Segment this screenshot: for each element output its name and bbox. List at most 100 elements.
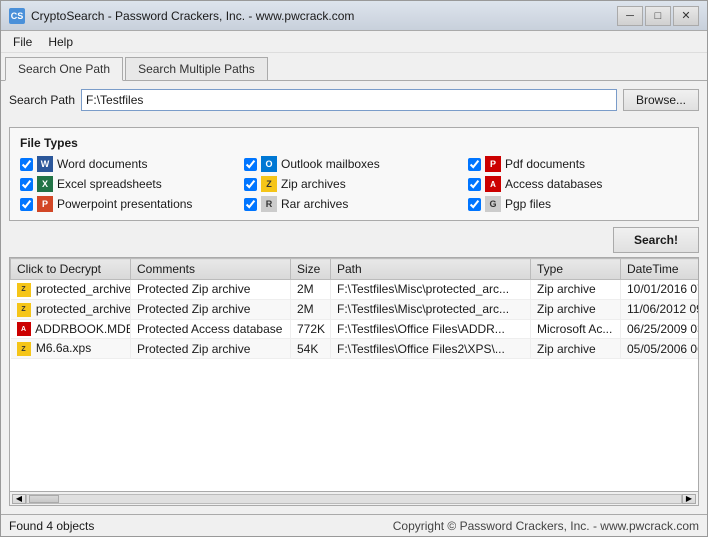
file-type-access[interactable]: A Access databases [468, 176, 688, 192]
tab-search-one-path[interactable]: Search One Path [5, 57, 123, 81]
pdf-label: Pdf documents [505, 157, 585, 171]
excel-icon: X [37, 176, 53, 192]
scroll-right-arrow[interactable]: ▶ [682, 494, 696, 504]
zip-icon: Z [261, 176, 277, 192]
horizontal-scrollbar[interactable]: ◀ ▶ [10, 491, 698, 505]
scrollbar-track[interactable] [26, 494, 682, 504]
cell-comments: Protected Zip archive [131, 280, 291, 300]
file-type-pgp[interactable]: G Pgp files [468, 196, 688, 212]
title-bar: CS CryptoSearch - Password Crackers, Inc… [1, 1, 707, 31]
close-button[interactable]: ✕ [673, 6, 699, 26]
search-path-label: Search Path [9, 93, 75, 107]
cell-size: 2M [291, 299, 331, 319]
cell-comments: Protected Zip archive [131, 339, 291, 359]
cell-datetime: 06/25/2009 03:59:00... [621, 319, 699, 339]
browse-button[interactable]: Browse... [623, 89, 699, 111]
file-types-grid: W Word documents O Outlook mailboxes P P… [20, 156, 688, 212]
access-label: Access databases [505, 177, 602, 191]
checkbox-outlook[interactable] [244, 158, 257, 171]
status-right: Copyright © Password Crackers, Inc. - ww… [393, 519, 699, 533]
checkbox-zip[interactable] [244, 178, 257, 191]
cell-size: 772K [291, 319, 331, 339]
file-type-zip[interactable]: Z Zip archives [244, 176, 464, 192]
pgp-icon: G [485, 196, 501, 212]
file-type-pdf[interactable]: P Pdf documents [468, 156, 688, 172]
results-scroll[interactable]: Click to Decrypt Comments Size Path Type… [10, 258, 698, 491]
file-type-ppt[interactable]: P Powerpoint presentations [20, 196, 240, 212]
file-type-rar[interactable]: R Rar archives [244, 196, 464, 212]
file-types-group: File Types W Word documents O Outlook ma… [9, 127, 699, 221]
search-button[interactable]: Search! [613, 227, 699, 253]
cell-path: F:\Testfiles\Misc\protected_arc... [331, 299, 531, 319]
cell-datetime: 10/01/2016 07:22:20... [621, 280, 699, 300]
cell-size: 2M [291, 280, 331, 300]
minimize-button[interactable]: ─ [617, 6, 643, 26]
checkbox-word[interactable] [20, 158, 33, 171]
content-area: Search Path Browse... File Types W Word … [1, 81, 707, 514]
table-row[interactable]: Z protected_archive... Protected Zip arc… [11, 280, 699, 300]
zip-label: Zip archives [281, 177, 346, 191]
menu-help[interactable]: Help [40, 33, 81, 51]
search-btn-row: Search! [9, 227, 699, 253]
table-row[interactable]: Z M6.6a.xps Protected Zip archive 54K F:… [11, 339, 699, 359]
rar-label: Rar archives [281, 197, 348, 211]
col-header-type[interactable]: Type [531, 259, 621, 280]
cell-path: F:\Testfiles\Office Files2\XPS\... [331, 339, 531, 359]
col-header-size[interactable]: Size [291, 259, 331, 280]
col-header-path[interactable]: Path [331, 259, 531, 280]
cell-type: Zip archive [531, 339, 621, 359]
checkbox-excel[interactable] [20, 178, 33, 191]
word-icon: W [37, 156, 53, 172]
checkbox-access[interactable] [468, 178, 481, 191]
cell-datetime: 05/05/2006 06:47:02... [621, 339, 699, 359]
cell-name: A ADDRBOOK.MDB [11, 319, 131, 339]
ppt-icon: P [37, 196, 53, 212]
outlook-icon: O [261, 156, 277, 172]
file-type-word[interactable]: W Word documents [20, 156, 240, 172]
cell-path: F:\Testfiles\Office Files\ADDR... [331, 319, 531, 339]
table-row[interactable]: Z protected_archive... Protected Zip arc… [11, 299, 699, 319]
cell-name: Z protected_archive... [11, 299, 131, 319]
cell-comments: Protected Zip archive [131, 299, 291, 319]
maximize-button[interactable]: □ [645, 6, 671, 26]
outlook-label: Outlook mailboxes [281, 157, 380, 171]
search-path-input[interactable] [81, 89, 617, 111]
table-row[interactable]: A ADDRBOOK.MDB Protected Access database… [11, 319, 699, 339]
excel-label: Excel spreadsheets [57, 177, 162, 191]
menu-bar: File Help [1, 31, 707, 53]
file-types-title: File Types [20, 136, 688, 150]
file-type-outlook[interactable]: O Outlook mailboxes [244, 156, 464, 172]
window-controls: ─ □ ✕ [617, 6, 699, 26]
results-table-container: Click to Decrypt Comments Size Path Type… [9, 257, 699, 506]
word-label: Word documents [57, 157, 148, 171]
tabs-bar: Search One Path Search Multiple Paths [1, 53, 707, 81]
checkbox-pgp[interactable] [468, 198, 481, 211]
window-title: CryptoSearch - Password Crackers, Inc. -… [31, 9, 617, 23]
scroll-left-arrow[interactable]: ◀ [12, 494, 26, 504]
col-header-comments[interactable]: Comments [131, 259, 291, 280]
cell-size: 54K [291, 339, 331, 359]
cell-type: Microsoft Ac... [531, 319, 621, 339]
pgp-label: Pgp files [505, 197, 551, 211]
checkbox-ppt[interactable] [20, 198, 33, 211]
menu-file[interactable]: File [5, 33, 40, 51]
cell-name: Z M6.6a.xps [11, 339, 131, 359]
scrollbar-thumb[interactable] [29, 495, 59, 503]
status-bar: Found 4 objects Copyright © Password Cra… [1, 514, 707, 536]
cell-path: F:\Testfiles\Misc\protected_arc... [331, 280, 531, 300]
results-table: Click to Decrypt Comments Size Path Type… [10, 258, 698, 359]
checkbox-pdf[interactable] [468, 158, 481, 171]
cell-type: Zip archive [531, 299, 621, 319]
access-icon: A [485, 176, 501, 192]
col-header-datetime[interactable]: DateTime [621, 259, 699, 280]
status-left: Found 4 objects [9, 519, 393, 533]
col-header-name[interactable]: Click to Decrypt [11, 259, 131, 280]
search-path-row: Search Path Browse... [9, 89, 699, 111]
rar-icon: R [261, 196, 277, 212]
tab-search-multiple-paths[interactable]: Search Multiple Paths [125, 57, 268, 80]
cell-datetime: 11/06/2012 09:52:30... [621, 299, 699, 319]
cell-type: Zip archive [531, 280, 621, 300]
checkbox-rar[interactable] [244, 198, 257, 211]
cell-name: Z protected_archive... [11, 280, 131, 300]
file-type-excel[interactable]: X Excel spreadsheets [20, 176, 240, 192]
